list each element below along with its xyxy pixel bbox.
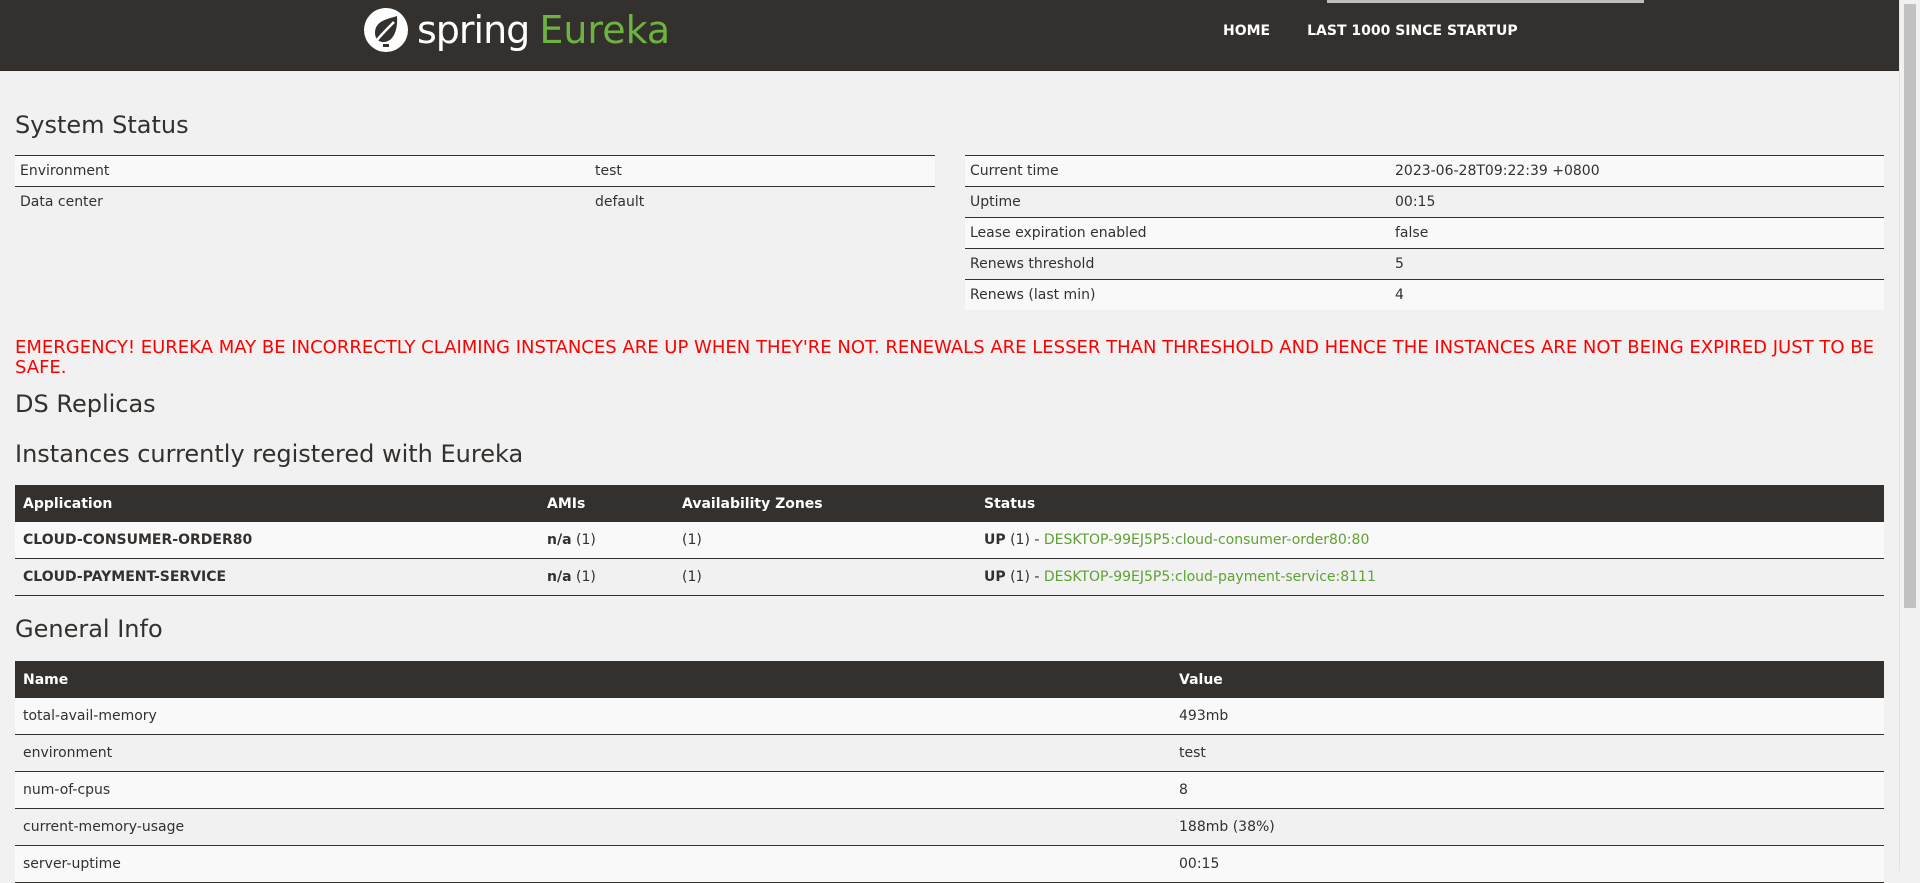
ami-value: n/a: [547, 569, 572, 585]
instance-link[interactable]: DESKTOP-99EJ5P5:cloud-payment-service:81…: [1044, 569, 1376, 585]
info-value: 00:15: [1171, 845, 1884, 883]
status-up: UP: [984, 532, 1006, 548]
column-header-status: Status: [976, 485, 1884, 522]
instances-title: Instances currently registered with Eure…: [15, 440, 524, 468]
info-value: test: [1171, 734, 1884, 772]
status-row: Environment test: [15, 155, 935, 187]
info-name: num-of-cpus: [15, 771, 1171, 809]
info-name: total-avail-memory: [15, 698, 1171, 735]
status-label: Environment: [15, 155, 590, 187]
table-row: server-uptime 00:15: [15, 845, 1884, 883]
info-name: server-uptime: [15, 845, 1171, 883]
ami-count: (1): [571, 532, 596, 548]
status-label: Renews threshold: [965, 248, 1390, 280]
info-value: 188mb (38%): [1171, 808, 1884, 846]
status-value: 00:15: [1390, 186, 1884, 218]
status-up: UP: [984, 569, 1006, 585]
column-header-application: Application: [15, 485, 539, 522]
ami-count: (1): [571, 569, 596, 585]
emergency-warning: EMERGENCY! EUREKA MAY BE INCORRECTLY CLA…: [15, 337, 1874, 378]
scrollbar-thumb[interactable]: [1904, 4, 1916, 608]
search-tab-edge: [1327, 0, 1644, 3]
info-value: 8: [1171, 771, 1884, 809]
table-row: total-avail-memory 493mb: [15, 698, 1884, 735]
status-row: Lease expiration enabled false: [965, 217, 1884, 249]
status-count: (1) -: [1005, 569, 1044, 585]
status-label: Uptime: [965, 186, 1390, 218]
info-name: current-memory-usage: [15, 808, 1171, 846]
instance-link[interactable]: DESKTOP-99EJ5P5:cloud-consumer-order80:8…: [1044, 532, 1370, 548]
brand-eureka-text: Eureka: [539, 8, 671, 52]
nav-last-1000-link[interactable]: LAST 1000 SINCE STARTUP: [1307, 23, 1518, 39]
table-row: CLOUD-PAYMENT-SERVICE n/a (1) (1) UP (1)…: [15, 558, 1884, 596]
brand-logo[interactable]: spring Eureka: [363, 5, 670, 55]
availability-zones-value: (1): [674, 522, 976, 559]
brand-spring-text: spring: [417, 8, 530, 52]
status-row: Data center default: [15, 186, 935, 217]
column-header-amis: AMIs: [539, 485, 674, 522]
ami-value: n/a: [547, 532, 572, 548]
application-name: CLOUD-CONSUMER-ORDER80: [23, 532, 253, 548]
availability-zones-value: (1): [674, 558, 976, 596]
table-row: current-memory-usage 188mb (38%): [15, 808, 1884, 846]
status-label: Current time: [965, 155, 1390, 187]
table-row: CLOUD-CONSUMER-ORDER80 n/a (1) (1) UP (1…: [15, 522, 1884, 559]
status-label: Data center: [15, 186, 590, 217]
general-info-title: General Info: [15, 615, 163, 643]
column-header-name: Name: [15, 661, 1171, 698]
system-status-title: System Status: [15, 111, 189, 139]
column-header-availability-zones: Availability Zones: [674, 485, 976, 522]
spring-leaf-icon: [364, 8, 408, 52]
status-label: Lease expiration enabled: [965, 217, 1390, 249]
top-navbar: spring Eureka HOME LAST 1000 SINCE START…: [0, 0, 1900, 71]
instances-header-row: Application AMIs Availability Zones Stat…: [15, 485, 1884, 522]
info-value: 493mb: [1171, 698, 1884, 735]
system-status-left-table: Environment test Data center default: [15, 155, 935, 217]
info-name: environment: [15, 734, 1171, 772]
column-header-value: Value: [1171, 661, 1884, 698]
status-value: default: [590, 186, 935, 217]
main-nav: HOME LAST 1000 SINCE STARTUP: [1223, 23, 1555, 39]
status-label: Renews (last min): [965, 279, 1390, 310]
status-value: 2023-06-28T09:22:39 +0800: [1390, 155, 1884, 187]
table-row: environment test: [15, 734, 1884, 772]
system-status-right-table: Current time 2023-06-28T09:22:39 +0800 U…: [965, 155, 1884, 310]
instances-table: Application AMIs Availability Zones Stat…: [15, 485, 1884, 596]
status-value: 4: [1390, 279, 1884, 310]
nav-home-link[interactable]: HOME: [1223, 23, 1270, 39]
page-scrollbar[interactable]: [1899, 0, 1920, 871]
status-value: 5: [1390, 248, 1884, 280]
general-info-header-row: Name Value: [15, 661, 1884, 698]
ds-replicas-title: DS Replicas: [15, 390, 156, 418]
status-value: test: [590, 155, 935, 187]
status-row: Uptime 00:15: [965, 186, 1884, 218]
status-row: Renews threshold 5: [965, 248, 1884, 280]
status-row: Renews (last min) 4: [965, 279, 1884, 310]
status-value: false: [1390, 217, 1884, 249]
application-name: CLOUD-PAYMENT-SERVICE: [23, 569, 227, 585]
status-count: (1) -: [1005, 532, 1044, 548]
general-info-table: Name Value total-avail-memory 493mb envi…: [15, 661, 1884, 883]
table-row: num-of-cpus 8: [15, 771, 1884, 809]
status-row: Current time 2023-06-28T09:22:39 +0800: [965, 155, 1884, 187]
